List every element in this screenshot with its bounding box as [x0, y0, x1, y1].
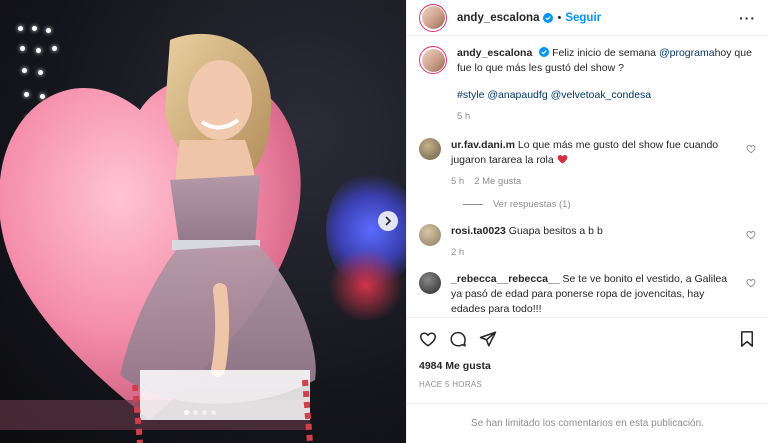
comment-username[interactable]: rosi.ta0023 — [451, 225, 506, 237]
post-time-ago: HACE 5 HORAS — [419, 380, 483, 389]
view-replies-label[interactable]: Ver respuestas (1) — [493, 199, 571, 210]
comment-username[interactable]: ur.fav.dani.m — [451, 139, 515, 151]
verified-badge-icon — [539, 47, 550, 57]
carousel-dot — [184, 410, 189, 415]
like-comment-heart-icon[interactable] — [746, 278, 756, 288]
carousel-dots — [184, 410, 216, 415]
caption-avatar[interactable] — [419, 46, 447, 74]
instagram-post: andy_escalona • Seguir ··· andy_escalona… — [0, 0, 768, 443]
carousel-next-button[interactable] — [378, 211, 398, 231]
comment-item: rosi.ta0023 Guapa besitos a b b 2 h — [419, 224, 756, 260]
more-options-button[interactable]: ··· — [739, 10, 756, 26]
author-avatar[interactable] — [419, 3, 447, 32]
caption-time: 5 h — [457, 111, 471, 122]
share-paper-plane-icon[interactable] — [479, 330, 497, 348]
comment-time: 5 h — [451, 176, 465, 187]
comment-item: ur.fav.dani.m Lo que más me gusto del sh… — [419, 138, 756, 189]
post-media[interactable] — [0, 0, 406, 443]
comment-time: 2 h — [451, 247, 465, 258]
author-username[interactable]: andy_escalona — [457, 12, 539, 24]
comments-limited-notice: Se han limitado los comentarios en esta … — [407, 403, 768, 443]
post-header: andy_escalona • Seguir ··· — [407, 0, 768, 36]
comments-section: andy_escalona Feliz inicio de semana @pr… — [407, 36, 768, 317]
like-comment-heart-icon[interactable] — [746, 230, 756, 240]
red-heart-emoji-icon — [557, 154, 568, 164]
post-actions: 4984 Me gusta HACE 5 HORAS — [407, 317, 768, 389]
comment-text: Guapa besitos a b b — [508, 225, 603, 237]
comment-bubble-icon[interactable] — [449, 330, 467, 348]
comment-likes[interactable]: 2 Me gusta — [474, 174, 521, 189]
post-caption: andy_escalona Feliz inicio de semana @pr… — [419, 46, 756, 124]
comment-username[interactable]: _rebecca__rebecca__ — [451, 273, 560, 285]
comment-avatar[interactable] — [419, 138, 441, 160]
like-comment-heart-icon[interactable] — [746, 144, 756, 154]
woman-in-dress-photo — [120, 33, 316, 443]
caption-mention[interactable]: @programa — [659, 47, 715, 59]
likes-count[interactable]: 4984 Me gusta — [419, 360, 756, 372]
separator-dot: • — [557, 11, 562, 24]
carousel-dot — [202, 410, 207, 415]
replies-line — [463, 204, 483, 205]
follow-button[interactable]: Seguir — [565, 12, 601, 24]
chevron-right-icon — [385, 216, 392, 226]
like-heart-icon[interactable] — [419, 330, 437, 348]
hashtag-style[interactable]: #style — [457, 89, 484, 101]
comment-avatar[interactable] — [419, 272, 441, 294]
caption-username[interactable]: andy_escalona — [457, 47, 532, 59]
verified-badge-icon — [543, 12, 554, 23]
comment-item: _rebecca__rebecca__ Se te ve bonito el v… — [419, 272, 756, 317]
mention-anapaudfg[interactable]: @anapaudfg — [487, 89, 547, 101]
post-panel: andy_escalona • Seguir ··· andy_escalona… — [406, 0, 768, 443]
save-bookmark-icon[interactable] — [738, 330, 756, 348]
caption-tags: #style @anapaudfg @velvetoak_condesa — [457, 88, 756, 103]
carousel-dot — [211, 410, 216, 415]
view-replies[interactable]: Ver respuestas (1) — [463, 199, 756, 210]
mention-velvetoak[interactable]: @velvetoak_condesa — [551, 89, 652, 101]
caption-text-start: Feliz inicio de semana — [552, 47, 659, 59]
carousel-dot — [193, 410, 198, 415]
comment-avatar[interactable] — [419, 224, 441, 246]
